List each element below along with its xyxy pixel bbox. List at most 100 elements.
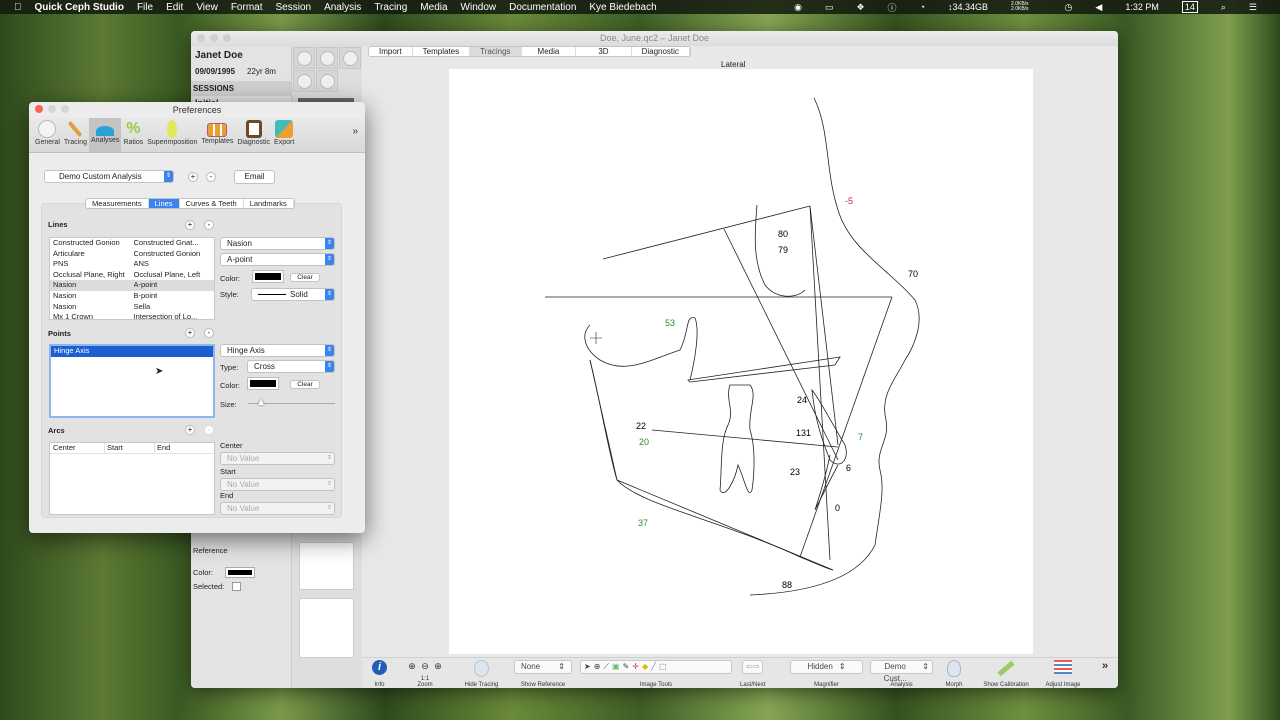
window-controls[interactable] <box>35 105 69 113</box>
pref-tab-general[interactable]: General <box>33 118 62 152</box>
point-size-thumb[interactable] <box>258 399 265 405</box>
menu-analysis[interactable]: Analysis <box>324 2 361 13</box>
apple-icon[interactable]:  <box>14 2 22 13</box>
remove-arc-button[interactable]: - <box>204 425 214 435</box>
add-line-button[interactable]: + <box>185 220 195 230</box>
pointer-tool-icon[interactable]: ➤ <box>584 661 591 673</box>
line-row[interactable]: PNS ANS <box>50 259 214 270</box>
menu-edit[interactable]: Edit <box>166 2 183 13</box>
select-tool-icon[interactable]: ⬚ <box>659 661 667 673</box>
reference-color-swatch[interactable] <box>225 567 256 578</box>
line-color-clear-button[interactable]: Clear <box>290 273 320 282</box>
lines-list[interactable]: Constructed Gonion Constructed Gnat... Art… <box>49 237 215 320</box>
tab-diagnostic[interactable]: Diagnostic <box>632 47 690 56</box>
segment-landmarks[interactable]: Landmarks <box>244 199 294 208</box>
line-row[interactable]: Mx 1 Crown Intersection of Lo... <box>50 312 214 319</box>
last-next-buttons[interactable]: ⇦⇨ Last/Next <box>740 660 765 688</box>
remove-point-button[interactable]: - <box>204 328 214 338</box>
info-icon[interactable]: ⓘ <box>888 1 897 14</box>
toolbar-more-button[interactable]: » <box>1102 660 1108 672</box>
point-size-slider[interactable] <box>248 399 335 405</box>
arcs-table[interactable]: Center Start End <box>49 442 215 515</box>
tab-import[interactable]: Import <box>369 47 413 56</box>
menu-view[interactable]: View <box>196 2 218 13</box>
report-thumbnail[interactable] <box>299 598 354 658</box>
tracing-canvas[interactable]: -5 80 79 70 53 24 131 7 22 20 6 23 0 37 88 <box>449 69 1033 654</box>
line-row[interactable]: Nasion Sella <box>50 302 214 313</box>
info-button[interactable]: i Info <box>372 660 387 688</box>
pref-tab-superimposition[interactable]: Superimposition <box>145 118 199 152</box>
pen-tool-icon[interactable]: ╱ <box>651 661 656 673</box>
pref-tab-tracing[interactable]: Tracing <box>62 118 89 152</box>
pref-tab-diagnostic[interactable]: Diagnostic <box>235 118 272 152</box>
menu-file[interactable]: File <box>137 2 153 13</box>
date-badge[interactable]: 14 <box>1181 1 1198 13</box>
menu-window[interactable]: Window <box>461 2 497 13</box>
analysis-select[interactable]: Demo Cust... ⇕ Analysis <box>870 660 933 688</box>
search-icon[interactable]: ⌕ <box>1221 2 1226 13</box>
remove-line-button[interactable]: - <box>204 220 214 230</box>
frontal-view-icon[interactable] <box>339 47 361 69</box>
magnifier-select[interactable]: Hidden ⇕ Magnifier <box>790 660 863 688</box>
zoom-fit-icon[interactable]: ⊕ <box>432 660 445 673</box>
volume-icon[interactable]: ◀ <box>1095 2 1102 13</box>
tab-tracings[interactable]: Tracings <box>470 47 522 56</box>
adjust-image-button[interactable]: Adjust Image <box>1045 660 1081 688</box>
face-view-icon[interactable] <box>316 47 338 69</box>
tab-templates[interactable]: Templates <box>413 47 471 56</box>
points-list[interactable]: Hinge Axis <box>49 344 215 418</box>
measure-tool-icon[interactable]: ⟋ <box>603 661 609 673</box>
menu-documentation[interactable]: Documentation <box>509 2 576 13</box>
show-calibration-button[interactable]: Show Calibration <box>983 660 1029 688</box>
email-button[interactable]: Email <box>234 170 275 184</box>
column-end[interactable]: End <box>155 443 205 453</box>
zoom-out-icon[interactable]: ⊖ <box>419 660 432 673</box>
tab-media[interactable]: Media <box>522 47 577 56</box>
analysis-select[interactable]: Demo Custom Analysis ⇕ <box>44 170 174 183</box>
menu-app[interactable]: Quick Ceph Studio <box>35 2 124 13</box>
caliper-tool-icon[interactable]: ✎ <box>623 661 630 673</box>
arc-center-select[interactable]: No Value ⇕ <box>220 452 335 465</box>
pref-tab-export[interactable]: Export <box>272 118 296 152</box>
menu-format[interactable]: Format <box>231 2 263 13</box>
notification-icon[interactable]: ☰ <box>1249 2 1257 13</box>
skull-view-icon[interactable] <box>293 47 315 69</box>
line-row[interactable]: Articulare Constructed Gonion <box>50 249 214 260</box>
pref-tab-analyses[interactable]: Analyses <box>89 118 122 152</box>
add-analysis-button[interactable]: + <box>188 172 198 182</box>
column-center[interactable]: Center <box>53 443 105 453</box>
window-controls[interactable] <box>197 34 231 42</box>
segment-lines[interactable]: Lines <box>148 199 180 208</box>
add-arc-button[interactable]: + <box>185 425 195 435</box>
line-row[interactable]: Nasion B-point <box>50 291 214 302</box>
line-style-select[interactable]: Solid ⇕ <box>251 288 335 301</box>
pref-tab-ratios[interactable]: % Ratios <box>121 118 145 152</box>
show-reference-select[interactable]: None ⇕ Show Reference <box>514 660 572 688</box>
display-icon[interactable]: ▭ <box>825 2 834 13</box>
segment-curves-teeth[interactable]: Curves & Teeth <box>180 199 244 208</box>
highlight-tool-icon[interactable]: ◆ <box>642 661 648 673</box>
add-point-button[interactable]: + <box>185 328 195 338</box>
zoom-in-icon[interactable]: ⊕ <box>406 660 419 673</box>
tab-3d[interactable]: 3D <box>576 47 632 56</box>
arc-end-select[interactable]: No Value ⇕ <box>220 502 335 515</box>
arc-start-select[interactable]: No Value ⇕ <box>220 478 335 491</box>
dropbox-icon[interactable]: ❖ <box>856 2 864 13</box>
chart-thumbnail[interactable] <box>299 542 354 590</box>
pref-toolbar-more[interactable]: » <box>350 126 360 137</box>
copy-tool-icon[interactable]: ▣ <box>612 661 620 673</box>
point-color-swatch[interactable] <box>247 377 279 390</box>
column-start[interactable]: Start <box>105 443 155 453</box>
menu-tracing[interactable]: Tracing <box>374 2 407 13</box>
line-to-select[interactable]: A-point ⇕ <box>220 253 335 266</box>
reference-selected-checkbox[interactable] <box>232 582 242 591</box>
menu-session[interactable]: Session <box>275 2 311 13</box>
point-color-clear-button[interactable]: Clear <box>290 380 320 389</box>
upper-arch-icon[interactable] <box>293 70 315 92</box>
line-from-select[interactable]: Nasion ⇕ <box>220 237 335 250</box>
line-row[interactable]: Constructed Gonion Constructed Gnat... <box>50 238 214 249</box>
crosshair-tool-icon[interactable]: ⊕ <box>594 661 601 673</box>
remove-analysis-button[interactable]: - <box>206 172 216 182</box>
time-machine-icon[interactable]: ◷ <box>1065 2 1073 13</box>
line-row[interactable]: Nasion A-point <box>50 280 214 291</box>
